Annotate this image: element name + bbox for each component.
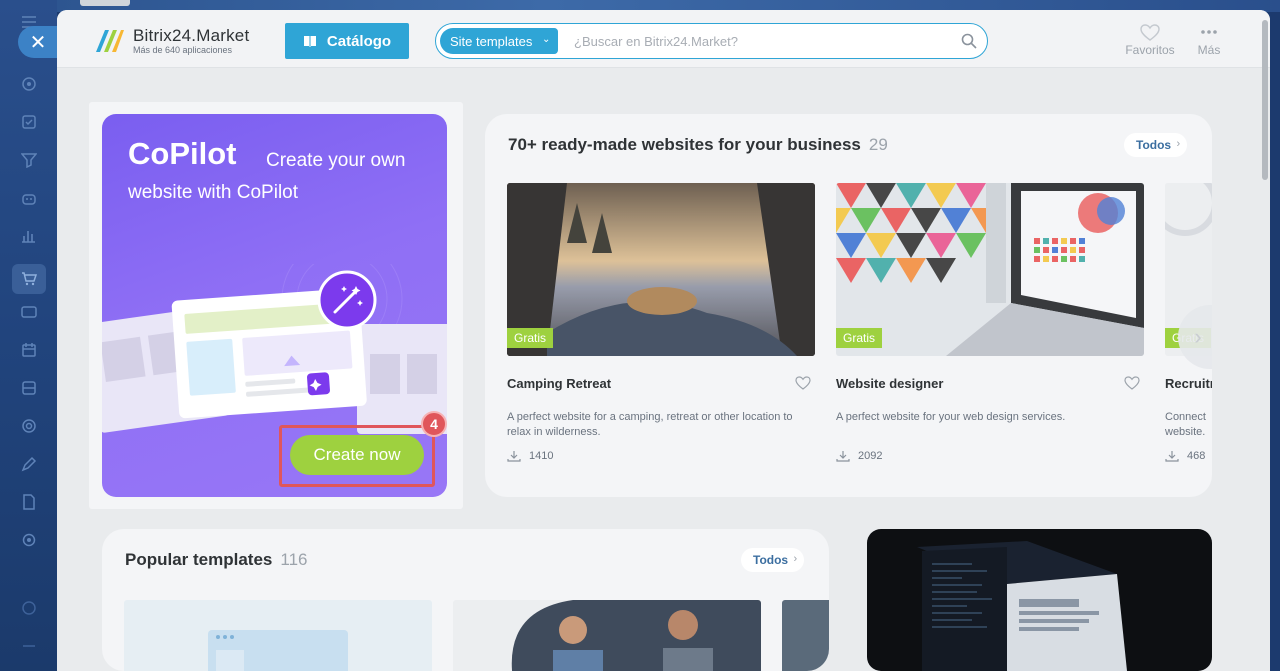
website-wireframe-image bbox=[208, 630, 348, 671]
free-badge: Gratis bbox=[836, 328, 883, 348]
template-card-camping[interactable]: Gratis Camping Retreat A perfect website… bbox=[507, 183, 815, 462]
search-icon[interactable] bbox=[961, 33, 977, 49]
mail-icon[interactable] bbox=[21, 304, 37, 318]
robot-icon[interactable] bbox=[21, 190, 37, 205]
popular-template-thumbnail[interactable] bbox=[124, 600, 432, 671]
section-title-text: Popular templates bbox=[125, 550, 273, 569]
target-icon[interactable] bbox=[21, 418, 37, 433]
more-dots-icon bbox=[1201, 30, 1217, 34]
promo-title: CoPilot bbox=[128, 136, 237, 171]
book-icon bbox=[303, 36, 316, 47]
download-icon bbox=[507, 451, 521, 462]
ready-made-websites-section: 70+ ready-made websites for your busines… bbox=[485, 114, 1212, 497]
search-filter-tag[interactable]: Site templates ⌄ bbox=[440, 28, 559, 54]
step-highlight-frame bbox=[279, 425, 435, 487]
download-count-value: 468 bbox=[1187, 450, 1206, 462]
more-button[interactable]: Más bbox=[1187, 24, 1231, 57]
template-name[interactable]: Recruitr bbox=[1165, 376, 1212, 391]
website-builder-illustration bbox=[102, 264, 447, 434]
popular-templates-section: Popular templates 116 Todos › bbox=[102, 529, 829, 671]
feed-icon[interactable] bbox=[21, 76, 37, 91]
todos-label: Todos bbox=[1136, 138, 1172, 152]
step-number-badge: 4 bbox=[421, 411, 447, 437]
chevron-right-icon: › bbox=[1194, 324, 1202, 349]
filter-funnel-icon[interactable] bbox=[20, 152, 38, 169]
section-count: 29 bbox=[868, 135, 888, 154]
template-name[interactable]: Website designer bbox=[836, 376, 943, 391]
popular-template-thumbnail[interactable] bbox=[453, 600, 761, 671]
template-name[interactable]: Camping Retreat bbox=[507, 376, 611, 391]
code-laptop-image bbox=[917, 541, 1127, 671]
chevron-right-icon: › bbox=[793, 553, 798, 565]
template-thumbnail[interactable]: Gratis bbox=[507, 183, 815, 356]
todos-label: Todos bbox=[753, 553, 789, 567]
chevron-right-icon: › bbox=[1176, 138, 1181, 150]
catalog-button[interactable]: Catálogo bbox=[285, 23, 409, 59]
copilot-promo-frame: CoPilot Create your own website with CoP… bbox=[89, 102, 463, 509]
download-count: 1410 bbox=[507, 450, 553, 462]
sign-document-icon[interactable] bbox=[21, 494, 37, 510]
catalog-label: Catálogo bbox=[326, 32, 392, 50]
close-slider-button[interactable]: ✕ bbox=[18, 26, 58, 58]
todos-button[interactable]: Todos › bbox=[741, 548, 805, 572]
market-header: Bitrix24.Market Más de 640 aplicaciones … bbox=[57, 10, 1270, 68]
favorites-button[interactable]: Favoritos bbox=[1120, 24, 1180, 57]
calendar-icon[interactable] bbox=[21, 342, 37, 357]
settings-gear-icon[interactable] bbox=[21, 532, 37, 547]
popular-template-thumbnail[interactable] bbox=[782, 600, 829, 671]
market-search-box[interactable]: Site templates ⌄ ¿Buscar en Bitrix24.Mar… bbox=[435, 23, 988, 59]
download-count-value: 2092 bbox=[858, 450, 883, 462]
heart-icon bbox=[1140, 24, 1160, 41]
window-handle bbox=[80, 0, 130, 6]
market-cart-icon[interactable] bbox=[12, 264, 46, 294]
more-dots-icon[interactable] bbox=[21, 638, 37, 652]
template-description: A perfect website for your web design se… bbox=[836, 411, 1066, 423]
favorites-label: Favoritos bbox=[1125, 43, 1175, 57]
close-icon: ✕ bbox=[29, 31, 47, 54]
download-count: 468 bbox=[1165, 450, 1205, 462]
promo-subtitle-line1: Create your own bbox=[266, 150, 406, 171]
heart-icon[interactable] bbox=[1124, 376, 1140, 390]
download-count-value: 1410 bbox=[529, 450, 554, 462]
bitrix-market-logo-icon bbox=[96, 30, 124, 52]
logo-subtitle: Más de 640 aplicaciones bbox=[133, 45, 233, 55]
template-thumbnail[interactable]: Gratis bbox=[836, 183, 1144, 356]
analytics-icon[interactable] bbox=[21, 228, 37, 243]
template-description: Connect website. bbox=[1165, 411, 1206, 438]
camping-photo-image bbox=[507, 183, 815, 356]
section-title-text: 70+ ready-made websites for your busines… bbox=[508, 135, 861, 154]
team-meeting-photo-image bbox=[511, 600, 761, 671]
logo-title[interactable]: Bitrix24.Market bbox=[133, 26, 249, 46]
heart-icon[interactable] bbox=[795, 376, 811, 390]
template-description: A perfect website for a camping, retreat… bbox=[507, 411, 793, 438]
promo-subtitle-line2: website with CoPilot bbox=[128, 182, 299, 203]
help-circle-icon[interactable] bbox=[21, 600, 37, 615]
section-count: 116 bbox=[280, 550, 308, 569]
pen-icon[interactable] bbox=[21, 456, 37, 472]
drive-icon[interactable] bbox=[21, 380, 37, 395]
more-label: Más bbox=[1197, 43, 1221, 57]
download-icon bbox=[836, 451, 850, 462]
chevron-down-icon: ⌄ bbox=[541, 34, 551, 45]
laptop-design-image bbox=[836, 183, 1144, 356]
search-input[interactable]: ¿Buscar en Bitrix24.Market? bbox=[574, 34, 738, 49]
download-icon bbox=[1165, 451, 1179, 462]
tasks-icon[interactable] bbox=[21, 114, 37, 129]
download-count: 2092 bbox=[836, 450, 882, 462]
market-slider-panel: Bitrix24.Market Más de 640 aplicaciones … bbox=[57, 10, 1270, 671]
page-scrollbar[interactable] bbox=[1262, 20, 1268, 180]
search-filter-label: Site templates bbox=[450, 33, 533, 49]
section-title: Popular templates 116 bbox=[125, 550, 307, 570]
todos-button[interactable]: Todos › bbox=[1124, 133, 1188, 157]
free-badge: Gratis bbox=[507, 328, 554, 348]
dark-promo-banner[interactable] bbox=[867, 529, 1212, 671]
copilot-promo-card[interactable]: CoPilot Create your own website with CoP… bbox=[102, 114, 447, 497]
crm-left-sidebar bbox=[0, 0, 57, 671]
section-title: 70+ ready-made websites for your busines… bbox=[508, 135, 888, 155]
template-card-website-designer[interactable]: Gratis Website designer A perfect websit… bbox=[836, 183, 1144, 462]
